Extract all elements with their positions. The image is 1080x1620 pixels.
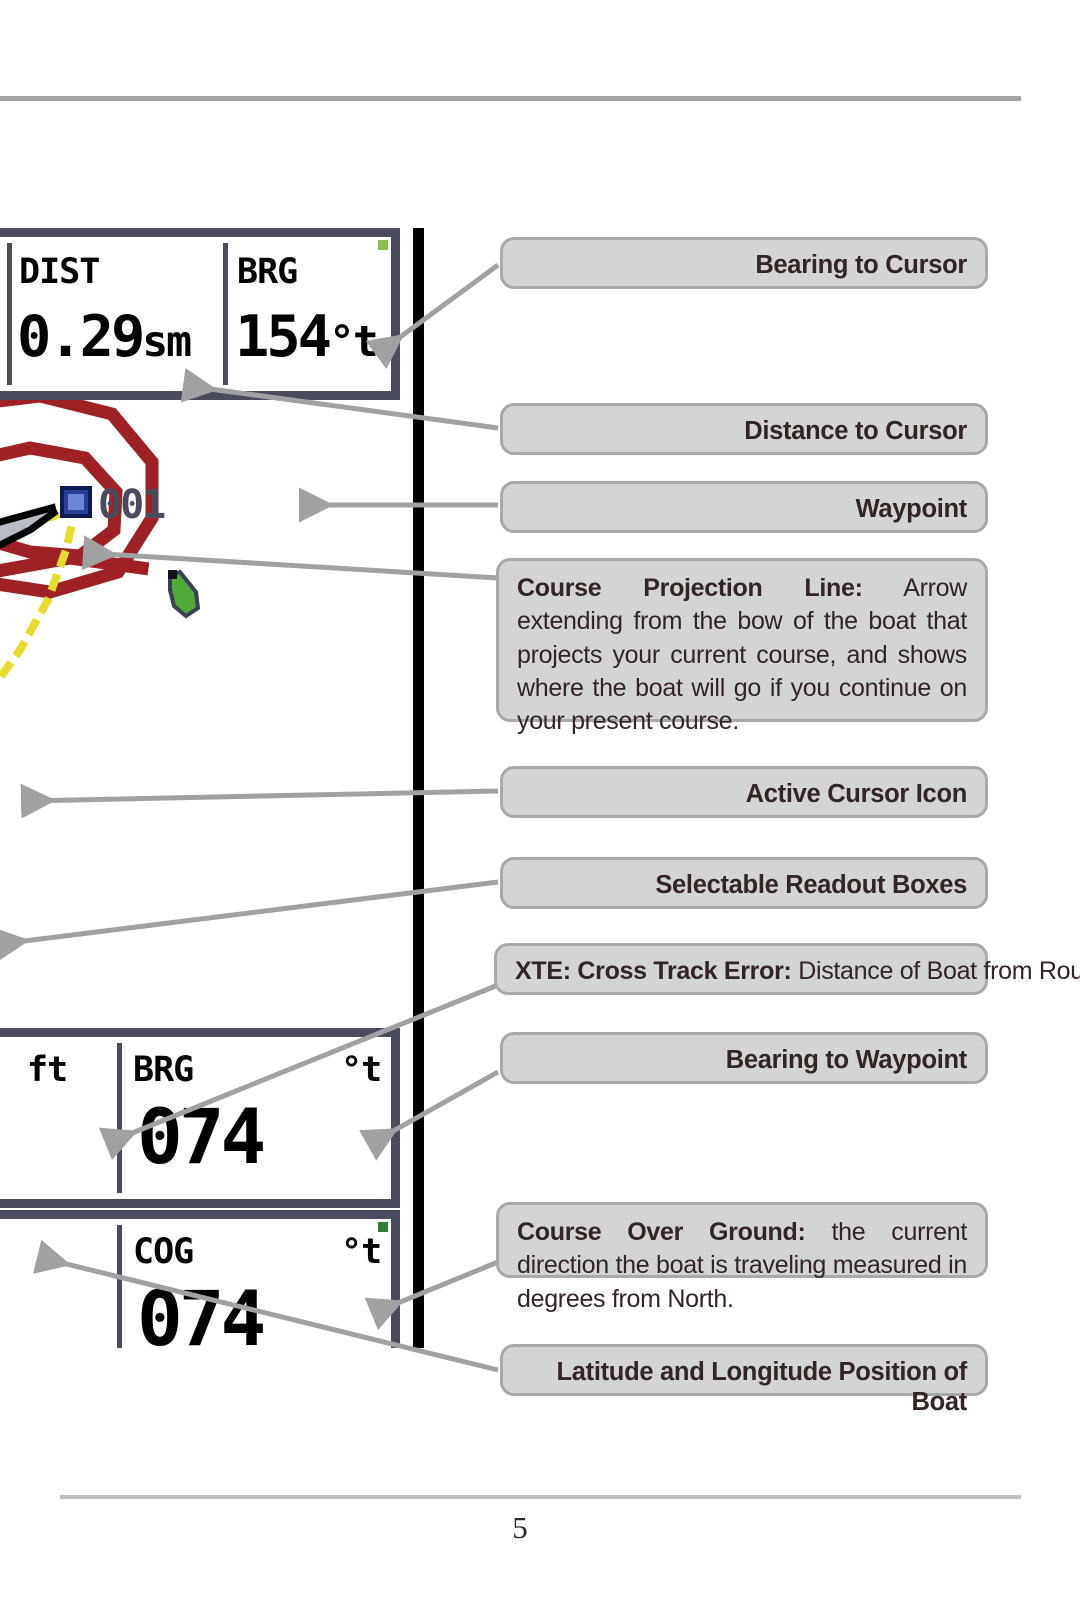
cog-value: 074 (137, 1274, 266, 1349)
callout-term-xte: XTE: Cross Track Error: (515, 957, 792, 985)
callout-bearing-to-waypoint: Bearing to Waypoint (500, 1032, 988, 1084)
latitude-value: 42.793' (0, 1241, 7, 1276)
dist-unit: sm (142, 317, 192, 367)
page-top-rule (0, 96, 1021, 101)
callout-body-xte: Distance of Boat from Route (791, 957, 1080, 985)
brg-waypoint-unit: °t (341, 1050, 382, 1090)
chart-map-area: 001 (0, 400, 400, 1028)
callout-term-course-over-ground: Course Over Ground: (517, 1218, 806, 1246)
brg-waypoint-label: BRG (133, 1050, 194, 1090)
middle-readout-box[interactable]: ft 25 BRG °t 074 (0, 1028, 400, 1208)
cog-unit: °t (341, 1232, 382, 1272)
gps-chartplotter-screenshot: 001 67' (0, 228, 428, 1348)
chart-graphics: 001 (0, 400, 201, 685)
brg-cursor-value: 154 (235, 304, 332, 370)
brg-cursor-unit: °t (328, 317, 379, 367)
callout-bearing-to-cursor: Bearing to Cursor (500, 237, 988, 289)
page-number: 5 (512, 1510, 528, 1545)
cog-label: COG (133, 1232, 194, 1272)
waypoint-marker (55, 481, 97, 523)
longitude-value: 13.104' (0, 1319, 7, 1349)
screen-corner-marker (378, 240, 388, 250)
top-readout-box[interactable]: 67' 81' DIST 0.29sm BRG 154°t (0, 228, 400, 400)
callout-waypoint: Waypoint (500, 481, 988, 533)
callout-distance-to-cursor: Distance to Cursor (500, 403, 988, 455)
page-bottom-rule (60, 1495, 1021, 1499)
callout-course-over-ground: Course Over Ground: the current directio… (496, 1202, 988, 1313)
device-bezel (413, 228, 424, 1348)
xte-unit-label: ft (27, 1050, 68, 1090)
green-object-marker (168, 569, 201, 619)
callout-course-projection-line: Course Projection Line: Arrow extending … (496, 558, 988, 735)
callout-selectable-readout-boxes: Selectable Readout Boxes (500, 857, 988, 909)
lcd-screen: 001 67' (0, 228, 412, 1348)
dist-value: 0.29 (17, 304, 145, 370)
cell-divider (223, 243, 228, 385)
callout-term-course-projection-line: Course Projection Line: (517, 574, 863, 602)
dist-value-group: 0.29sm (17, 309, 192, 367)
callout-active-cursor-icon: Active Cursor Icon (500, 766, 988, 818)
callout-latitude-longitude-position: Latitude and Longitude Position of Boat (500, 1344, 988, 1416)
brg-cursor-value-group: 154°t (235, 309, 379, 367)
brg-waypoint-value: 074 (137, 1092, 266, 1181)
callout-xte-cross-track-error: XTE: Cross Track Error: Distance of Boat… (494, 943, 1080, 995)
screen-corner-marker (378, 1222, 388, 1232)
brg-cursor-label: BRG (237, 252, 298, 292)
waypoint-label: 001 (98, 482, 165, 528)
bottom-readout-box[interactable]: 42.793' 13.104' COG °t 074 (0, 1210, 400, 1348)
cell-divider (117, 1043, 122, 1193)
dist-label: DIST (19, 252, 100, 292)
cell-divider (117, 1225, 122, 1348)
cell-divider (7, 243, 12, 385)
